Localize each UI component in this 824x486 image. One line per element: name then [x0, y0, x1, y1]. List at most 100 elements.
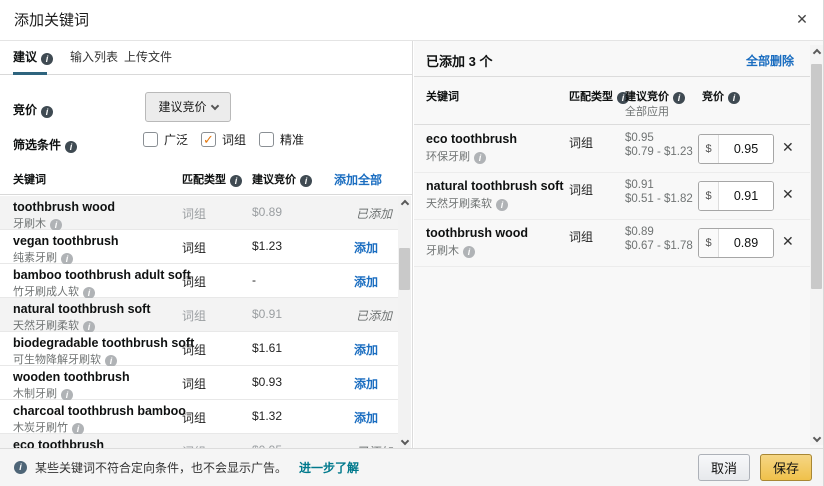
added-keyword-row: natural toothbrush soft 天然牙刷柔软 词组 $0.91 … [414, 173, 810, 220]
suggested-bid-value: $0.89 [252, 205, 282, 219]
info-icon[interactable] [728, 92, 740, 104]
left-scrollbar[interactable] [398, 196, 411, 448]
active-tab-underline [13, 72, 47, 75]
remove-keyword-icon[interactable]: ✕ [782, 186, 794, 203]
tab-bar: 建议 输入列表 上传文件 [0, 41, 412, 75]
keyword-translation: 牙刷木 [13, 215, 62, 231]
scroll-up-icon[interactable] [810, 45, 823, 58]
checkbox-box[interactable] [201, 132, 216, 147]
scroll-up-icon[interactable] [398, 196, 411, 209]
suggested-keyword-row: eco toothbrush 环保牙刷 词组 $0.95 已添加 [0, 434, 398, 448]
keyword-text: eco toothbrush [13, 438, 104, 448]
added-status: 已添加 [356, 309, 392, 323]
added-header: 已添加 3 个 全部删除 [414, 41, 824, 77]
bid-type-dropdown[interactable]: 建议竞价 [145, 92, 231, 122]
keyword-text: wooden toothbrush [13, 370, 130, 384]
translation-text: 牙刷木 [426, 245, 459, 257]
info-icon[interactable] [41, 106, 53, 118]
translation-text: 纯素牙刷 [13, 252, 57, 264]
info-icon[interactable] [41, 53, 53, 65]
keyword-text: eco toothbrush [426, 132, 517, 146]
col-match-type: 匹配类型 [182, 171, 242, 187]
checkbox-label: 词组 [222, 131, 246, 148]
scrollbar-thumb[interactable] [399, 248, 410, 290]
added-keywords-panel: 已添加 3 个 全部删除 关键词 匹配类型 建议竞价 全部应用 竞价 eco t… [414, 41, 824, 448]
suggestions-panel: 建议 输入列表 上传文件 竞价 建议竞价 筛选条件 广泛 词组 精准 [0, 41, 413, 448]
info-icon[interactable] [463, 246, 475, 258]
added-count-title: 已添加 3 个 [426, 51, 492, 70]
right-scrollbar[interactable] [810, 45, 823, 445]
keyword-text: toothbrush wood [13, 200, 115, 214]
add-keyword-link[interactable]: 添加 [354, 411, 378, 425]
info-icon[interactable] [496, 199, 508, 211]
apply-all-label: 全部应用 [625, 103, 669, 119]
suggested-keyword-row: vegan toothbrush 纯素牙刷 词组 $1.23 添加 [0, 230, 398, 264]
added-table-header: 关键词 匹配类型 建议竞价 全部应用 竞价 [414, 77, 824, 125]
delete-all-link[interactable]: 全部删除 [746, 52, 794, 69]
keyword-translation: 竹牙刷成人软 [13, 283, 95, 299]
scrollbar-thumb[interactable] [811, 64, 822, 289]
info-icon[interactable] [65, 141, 77, 153]
scroll-down-icon[interactable] [398, 435, 411, 448]
checkbox-box[interactable] [259, 132, 274, 147]
keyword-translation: 木炭牙刷竹 [13, 419, 84, 435]
add-keyword-link[interactable]: 添加 [354, 343, 378, 357]
info-icon[interactable] [673, 92, 685, 104]
modal-title: 添加关键词 [14, 9, 89, 30]
row-action: 已添加 [356, 307, 392, 324]
add-keyword-link[interactable]: 添加 [354, 377, 378, 391]
match-type-checkbox[interactable]: 词组 [201, 131, 246, 148]
cancel-button[interactable]: 取消 [698, 454, 750, 481]
info-icon[interactable] [230, 175, 242, 187]
suggested-bid-value: $1.61 [252, 341, 282, 355]
bid-input[interactable] [719, 135, 773, 163]
currency-label: $ [699, 135, 719, 163]
match-type-value: 词组 [569, 228, 593, 245]
match-type-value: 词组 [182, 273, 206, 290]
info-icon[interactable] [300, 175, 312, 187]
match-type-value: 词组 [182, 239, 206, 256]
tab-upload-file[interactable]: 上传文件 [124, 48, 172, 65]
checkbox-box[interactable] [143, 132, 158, 147]
col-keyword: 关键词 [13, 171, 46, 187]
suggested-bid-range: $0.79 - $1.23 [625, 146, 693, 158]
bid-input[interactable] [719, 182, 773, 210]
tab-enter-list[interactable]: 输入列表 [70, 48, 118, 65]
info-icon [14, 461, 27, 474]
learn-more-link[interactable]: 进一步了解 [299, 459, 359, 476]
row-action: 添加 [354, 375, 392, 392]
col-suggested-bid: 建议竞价 [625, 88, 685, 104]
tab-suggested[interactable]: 建议 [13, 48, 53, 65]
suggestions-table-header: 关键词 匹配类型 建议竞价 添加全部 [0, 162, 412, 195]
scroll-down-icon[interactable] [810, 432, 823, 445]
save-button[interactable]: 保存 [760, 454, 812, 481]
info-icon[interactable] [474, 152, 486, 164]
col-match-type: 匹配类型 [569, 88, 629, 104]
suggested-bid-range: $0.51 - $1.82 [625, 193, 693, 205]
bid-input-group: $ [698, 228, 774, 258]
add-keyword-link[interactable]: 添加 [354, 275, 378, 289]
added-keywords-list: eco toothbrush 环保牙刷 词组 $0.95 $0.79 - $1.… [414, 126, 810, 267]
bid-input-group: $ [698, 134, 774, 164]
match-type-value: 词组 [569, 181, 593, 198]
added-keyword-row: toothbrush wood 牙刷木 词组 $0.89 $0.67 - $1.… [414, 220, 810, 267]
modal-footer: 某些关键词不符合定向条件，也不会显示广告。 进一步了解 取消 保存 [0, 448, 823, 486]
bid-input[interactable] [719, 229, 773, 257]
match-type-value: 词组 [569, 134, 593, 151]
keyword-translation: 牙刷木 [426, 242, 475, 258]
match-type-checkbox[interactable]: 广泛 [143, 131, 188, 148]
match-type-checkbox[interactable]: 精准 [259, 131, 304, 148]
keyword-translation: 天然牙刷柔软 [426, 195, 508, 211]
keyword-text: toothbrush wood [426, 226, 528, 240]
add-all-link[interactable]: 添加全部 [334, 171, 382, 188]
close-icon[interactable]: ✕ [791, 8, 813, 30]
suggested-keyword-row: bamboo toothbrush adult soft 竹牙刷成人软 词组 -… [0, 264, 398, 298]
remove-keyword-icon[interactable]: ✕ [782, 233, 794, 250]
translation-text: 竹牙刷成人软 [13, 286, 79, 298]
translation-text: 天然牙刷柔软 [13, 320, 79, 332]
add-keyword-link[interactable]: 添加 [354, 241, 378, 255]
translation-text: 环保牙刷 [426, 151, 470, 163]
remove-keyword-icon[interactable]: ✕ [782, 139, 794, 156]
add-keywords-modal: 添加关键词 ✕ 建议 输入列表 上传文件 竞价 建议竞价 筛选条件 广泛 [0, 0, 824, 486]
chevron-down-icon [210, 102, 218, 110]
